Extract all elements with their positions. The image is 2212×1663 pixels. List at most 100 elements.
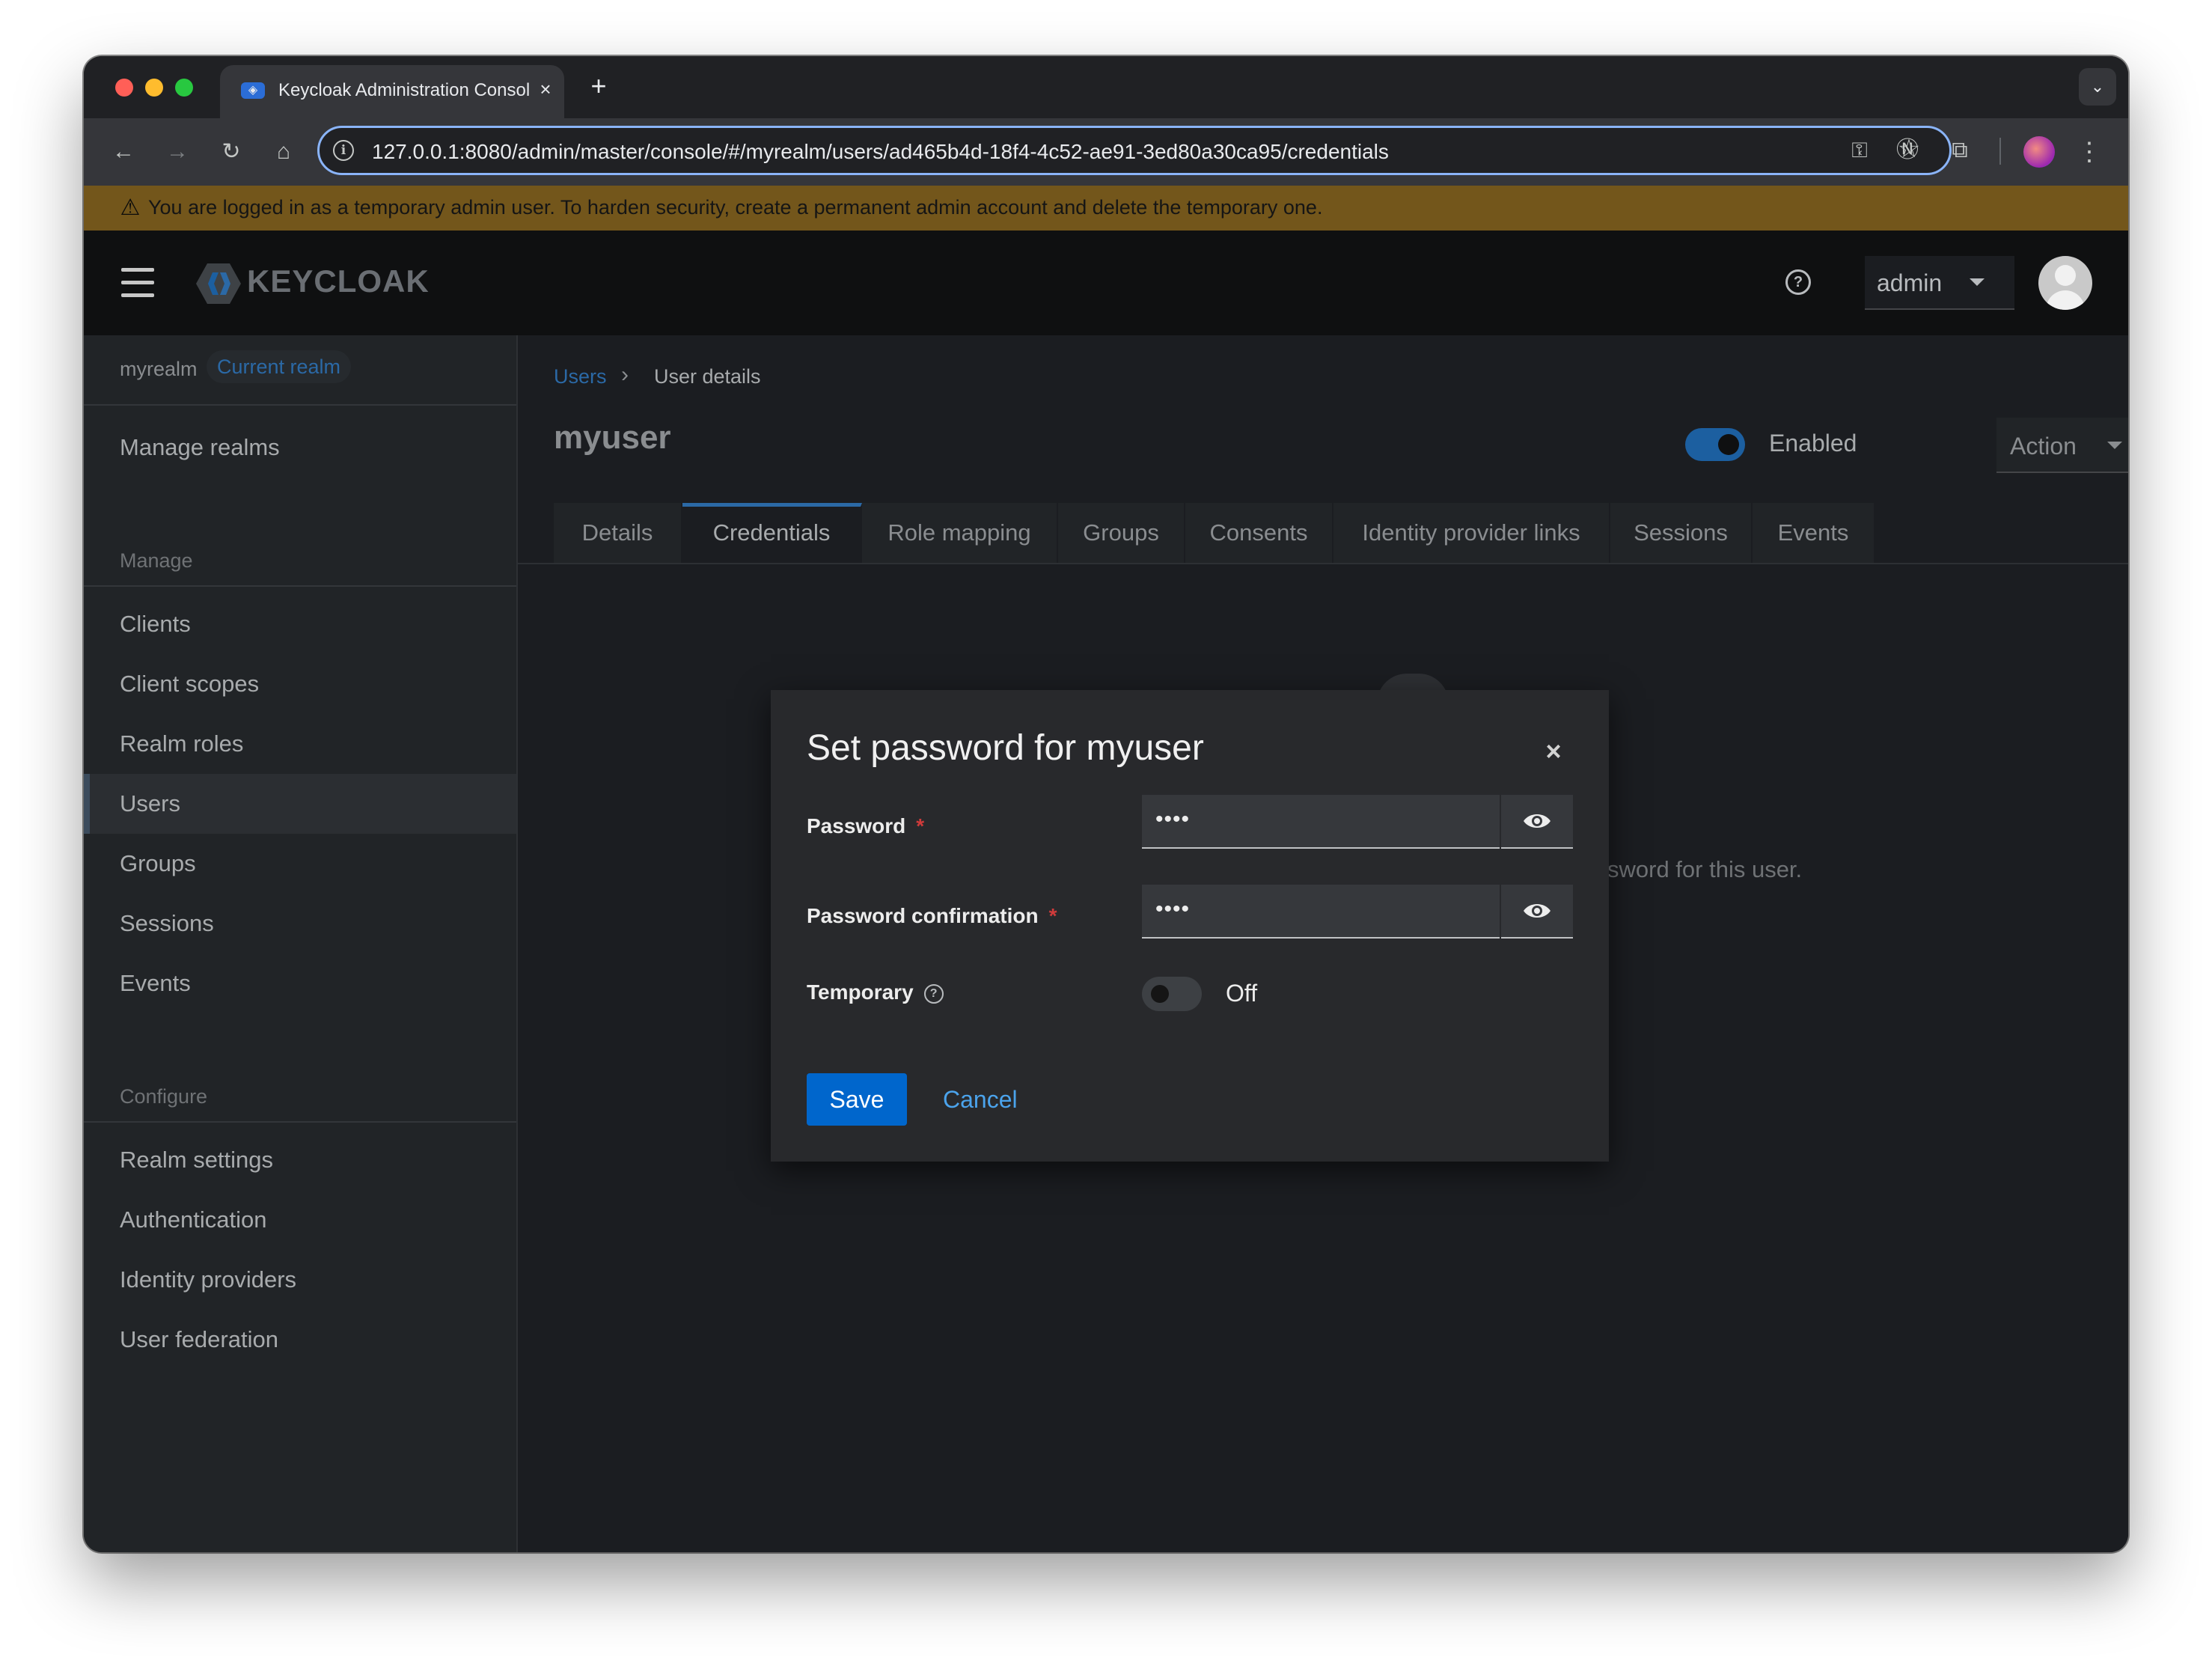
sidebar-item-realm-roles[interactable]: Realm roles bbox=[84, 714, 516, 774]
breadcrumb-users-link[interactable]: Users bbox=[554, 365, 607, 388]
tabs-divider bbox=[518, 563, 2128, 564]
keycloak-logo-icon bbox=[196, 263, 241, 304]
password-label: Password * bbox=[807, 814, 924, 838]
sidebar-item-label: Users bbox=[120, 790, 180, 817]
banner-text: You are logged in as a temporary admin u… bbox=[148, 196, 1323, 219]
required-marker: * bbox=[916, 814, 925, 837]
password-field[interactable]: •••• bbox=[1142, 795, 1500, 849]
page-title: myuser bbox=[554, 419, 671, 456]
tab-label: Consents bbox=[1209, 519, 1308, 546]
tab-search-button[interactable]: ⌄ bbox=[2079, 68, 2116, 106]
keycloak-logo-text: KEYCLOAK bbox=[247, 263, 430, 299]
user-menu-dropdown[interactable]: admin bbox=[1865, 256, 2014, 310]
enabled-label: Enabled bbox=[1769, 430, 1857, 457]
tab-credentials[interactable]: Credentials bbox=[682, 503, 862, 563]
close-icon[interactable]: × bbox=[1539, 736, 1568, 766]
action-dropdown[interactable]: Action bbox=[1996, 418, 2128, 473]
eye-icon bbox=[1524, 904, 1550, 918]
sidebar-item-label: Authentication bbox=[120, 1206, 267, 1233]
browser-toolbar: ← → ↻ ⌂ i 127.0.0.1:8080/admin/master/co… bbox=[84, 118, 2128, 186]
enabled-toggle[interactable] bbox=[1685, 428, 1745, 461]
sidebar-section-manage: Manage bbox=[120, 549, 193, 572]
tab-details[interactable]: Details bbox=[554, 503, 682, 563]
realm-selector[interactable]: myrealm Current realm bbox=[84, 335, 516, 406]
browser-tab-strip: ◈ Keycloak Administration Console × + ⌄ bbox=[84, 56, 2128, 118]
tab-label: Credentials bbox=[712, 519, 831, 546]
sidebar-item-events[interactable]: Events bbox=[84, 953, 516, 1013]
save-button[interactable]: Save bbox=[807, 1073, 907, 1126]
browser-window: ◈ Keycloak Administration Console × + ⌄ … bbox=[84, 56, 2128, 1552]
sidebar-item-label: Client scopes bbox=[120, 671, 260, 697]
tab-label: Role mapping bbox=[887, 519, 1031, 546]
sidebar-section-configure: Configure bbox=[120, 1085, 208, 1108]
sidebar-item-user-federation[interactable]: User federation bbox=[84, 1310, 516, 1370]
sidebar-item-label: Sessions bbox=[120, 910, 214, 936]
temporary-label-text: Temporary bbox=[807, 980, 914, 1004]
tab-close-icon[interactable]: × bbox=[534, 76, 557, 103]
window-close-button[interactable] bbox=[115, 79, 133, 97]
sidebar-item-label: Identity providers bbox=[120, 1266, 297, 1293]
sidebar-item-client-scopes[interactable]: Client scopes bbox=[84, 654, 516, 714]
key-icon[interactable]: ⚿ bbox=[1845, 135, 1875, 165]
masthead: KEYCLOAK ? admin bbox=[84, 231, 2128, 335]
tab-identity-provider-links[interactable]: Identity provider links bbox=[1333, 503, 1610, 563]
sidebar-item-authentication[interactable]: Authentication bbox=[84, 1190, 516, 1250]
sidebar-item-label: Events bbox=[120, 970, 191, 996]
browser-tab-title: Keycloak Administration Console bbox=[278, 80, 530, 100]
profile-avatar[interactable] bbox=[2023, 136, 2055, 168]
password-confirmation-label-text: Password confirmation bbox=[807, 904, 1039, 927]
sidebar-item-manage-realms[interactable]: Manage realms bbox=[84, 418, 516, 477]
reload-icon[interactable]: ↻ bbox=[214, 135, 248, 169]
help-icon[interactable]: ? bbox=[923, 983, 944, 1004]
extensions-puzzle-icon[interactable]: ⧉ bbox=[1943, 133, 1977, 168]
address-url[interactable]: 127.0.0.1:8080/admin/master/console/#/my… bbox=[372, 140, 1389, 164]
action-dropdown-label: Action bbox=[2010, 433, 2077, 460]
sidebar-divider bbox=[84, 585, 516, 587]
eye-icon bbox=[1524, 814, 1550, 828]
browser-menu-icon[interactable]: ⋮ bbox=[2074, 133, 2104, 171]
notion-extension-icon[interactable]: Ⓝ bbox=[1890, 133, 1925, 168]
window-minimize-button[interactable] bbox=[145, 79, 163, 97]
help-icon[interactable]: ? bbox=[1785, 269, 1811, 295]
password-label-text: Password bbox=[807, 814, 906, 837]
user-menu-label: admin bbox=[1877, 269, 1943, 296]
show-password-confirmation-button[interactable] bbox=[1501, 885, 1573, 939]
temporary-state-label: Off bbox=[1226, 980, 1258, 1007]
sidebar-item-sessions[interactable]: Sessions bbox=[84, 894, 516, 953]
tab-role-mapping[interactable]: Role mapping bbox=[862, 503, 1058, 563]
password-confirmation-field[interactable]: •••• bbox=[1142, 885, 1500, 939]
sidebar-item-label: Groups bbox=[120, 850, 196, 876]
browser-tab[interactable]: ◈ Keycloak Administration Console × bbox=[220, 65, 564, 118]
sidebar-item-clients[interactable]: Clients bbox=[84, 594, 516, 654]
avatar[interactable] bbox=[2038, 256, 2092, 310]
window-zoom-button[interactable] bbox=[175, 79, 193, 97]
new-tab-button[interactable]: + bbox=[584, 70, 614, 103]
tab-label: Events bbox=[1777, 519, 1849, 546]
tab-groups[interactable]: Groups bbox=[1058, 503, 1185, 563]
temporary-toggle[interactable] bbox=[1142, 977, 1202, 1011]
site-info-icon[interactable]: i bbox=[333, 140, 354, 161]
tab-consents[interactable]: Consents bbox=[1185, 503, 1333, 563]
password-confirmation-value: •••• bbox=[1155, 897, 1191, 921]
breadcrumb-chevron-icon: › bbox=[621, 362, 629, 387]
sidebar: myrealm Current realm Manage realms Mana… bbox=[84, 335, 518, 1552]
sidebar-item-users[interactable]: Users bbox=[84, 774, 516, 834]
cancel-button[interactable]: Cancel bbox=[929, 1073, 1031, 1126]
show-password-button[interactable] bbox=[1501, 795, 1573, 849]
back-icon[interactable]: ← bbox=[106, 135, 141, 169]
set-password-modal: Set password for myuser × Password * ••••… bbox=[771, 690, 1609, 1162]
forward-icon[interactable]: → bbox=[160, 135, 195, 169]
tab-sessions[interactable]: Sessions bbox=[1610, 503, 1753, 563]
tab-events[interactable]: Events bbox=[1753, 503, 1875, 563]
address-bar[interactable]: i 127.0.0.1:8080/admin/master/console/#/… bbox=[317, 126, 1952, 175]
hamburger-menu-icon[interactable] bbox=[121, 268, 154, 298]
sidebar-item-realm-settings[interactable]: Realm settings bbox=[84, 1130, 516, 1190]
sidebar-item-groups[interactable]: Groups bbox=[84, 834, 516, 894]
tab-label: Identity provider links bbox=[1362, 519, 1580, 546]
sidebar-item-label: User federation bbox=[120, 1326, 278, 1352]
tab-label: Groups bbox=[1083, 519, 1159, 546]
home-icon[interactable]: ⌂ bbox=[266, 135, 301, 169]
sidebar-item-label: Realm settings bbox=[120, 1147, 274, 1173]
tab-label: Sessions bbox=[1634, 519, 1728, 546]
sidebar-item-identity-providers[interactable]: Identity providers bbox=[84, 1250, 516, 1310]
